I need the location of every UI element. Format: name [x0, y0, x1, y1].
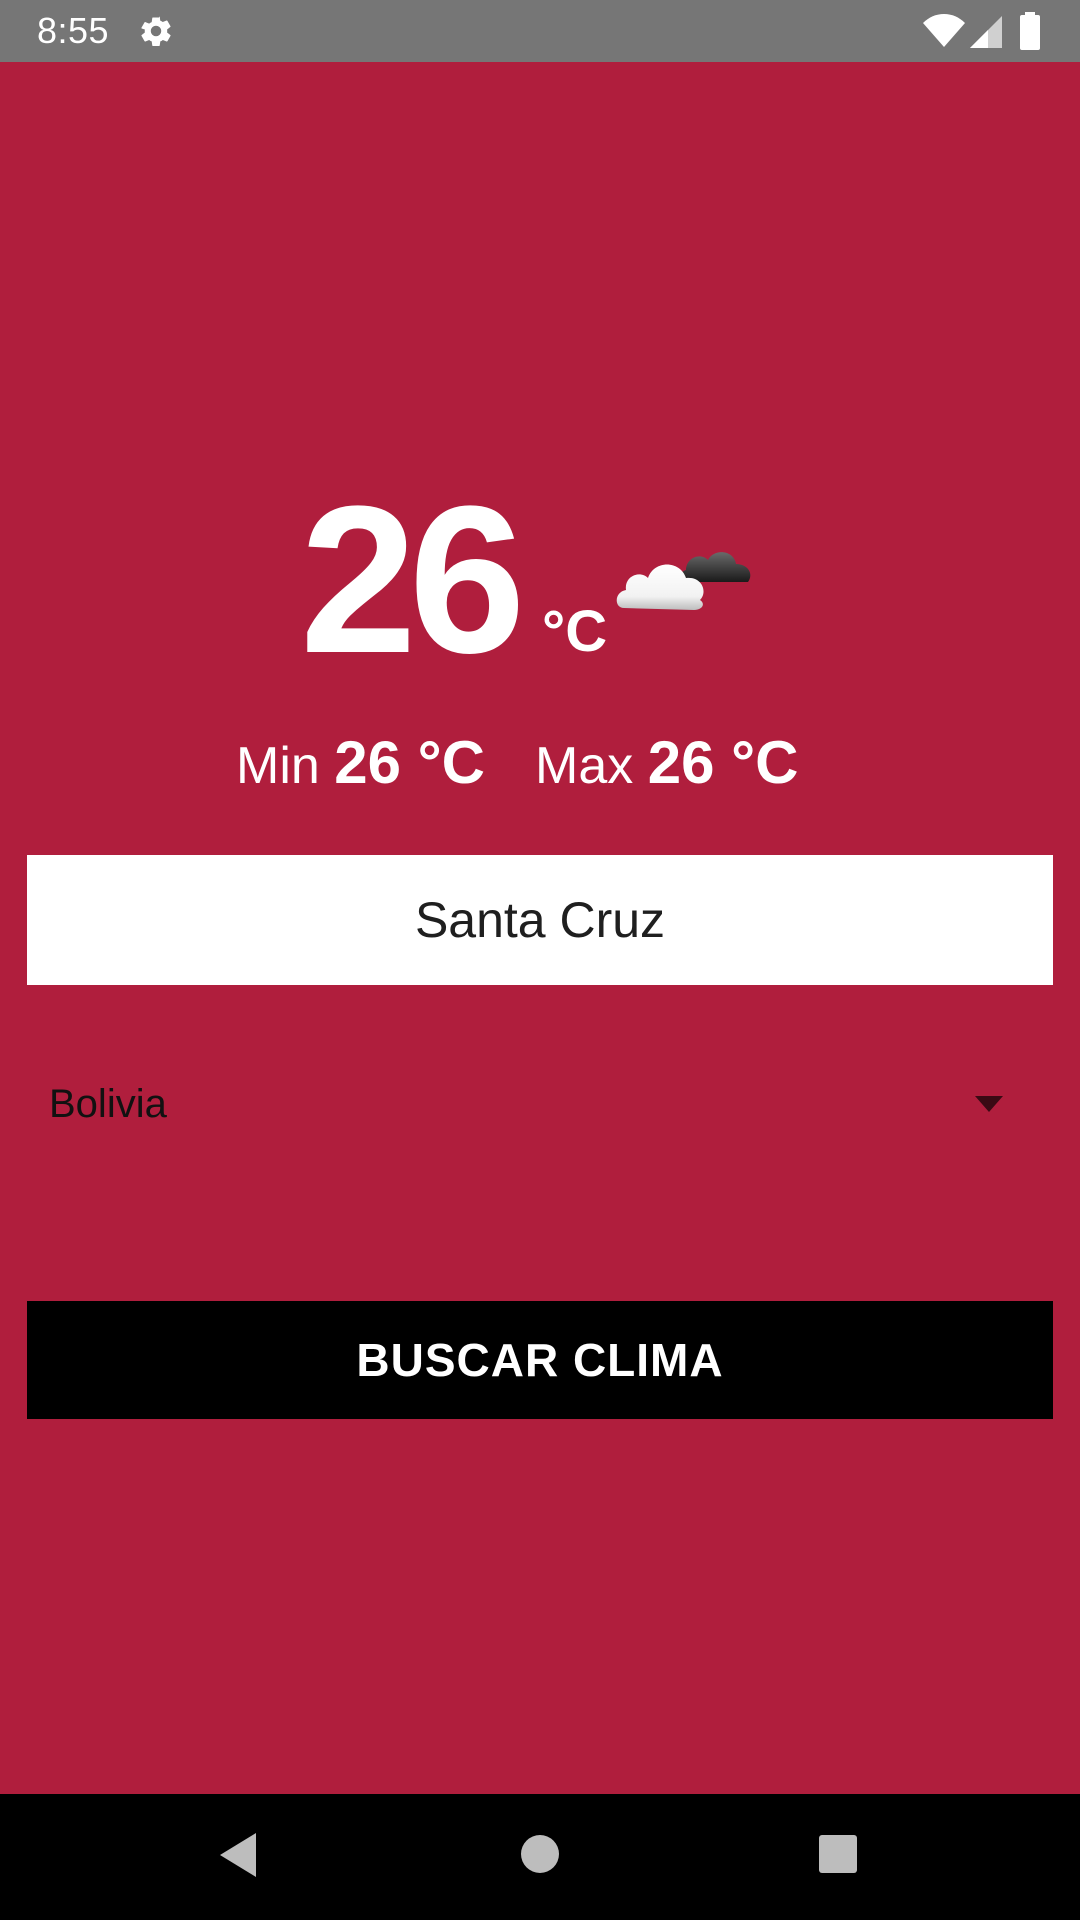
min-value: 26 °C	[334, 729, 485, 796]
signal-icon	[970, 16, 1002, 48]
recents-icon[interactable]	[818, 1834, 858, 1874]
min-max-row: Min 26 °C Max 26 °C	[0, 728, 1080, 798]
max-label: Max	[535, 737, 634, 795]
navigation-bar	[0, 1794, 1080, 1920]
min-temperature: Min 26 °C	[236, 728, 485, 801]
wifi-icon	[923, 14, 965, 47]
country-dropdown[interactable]: Bolivia	[27, 1050, 1053, 1160]
max-temperature: Max 26 °C	[535, 728, 798, 801]
gear-icon	[141, 16, 171, 47]
home-icon[interactable]	[520, 1834, 560, 1874]
temperature-unit: °C	[542, 599, 608, 664]
city-input[interactable]	[27, 855, 1053, 985]
cloudy-icon	[616, 552, 751, 610]
temperature-value: 26	[300, 462, 526, 697]
weather-screen: 8:55 26 °C Min 26 °C Max 26 °C Santa Cru…	[0, 0, 1080, 1920]
search-weather-button[interactable]: BUSCAR CLIMA	[27, 1301, 1053, 1419]
status-time: 8:55	[37, 10, 110, 51]
min-label: Min	[236, 737, 320, 795]
country-selected-value: Bolivia	[49, 1082, 167, 1126]
dropdown-arrow-icon	[975, 1096, 1003, 1112]
max-value: 26 °C	[647, 729, 799, 796]
current-temperature: 26 °C	[0, 470, 1080, 690]
status-bar: 8:55	[0, 0, 1080, 62]
back-icon[interactable]	[216, 1830, 260, 1880]
battery-icon	[1020, 12, 1040, 50]
